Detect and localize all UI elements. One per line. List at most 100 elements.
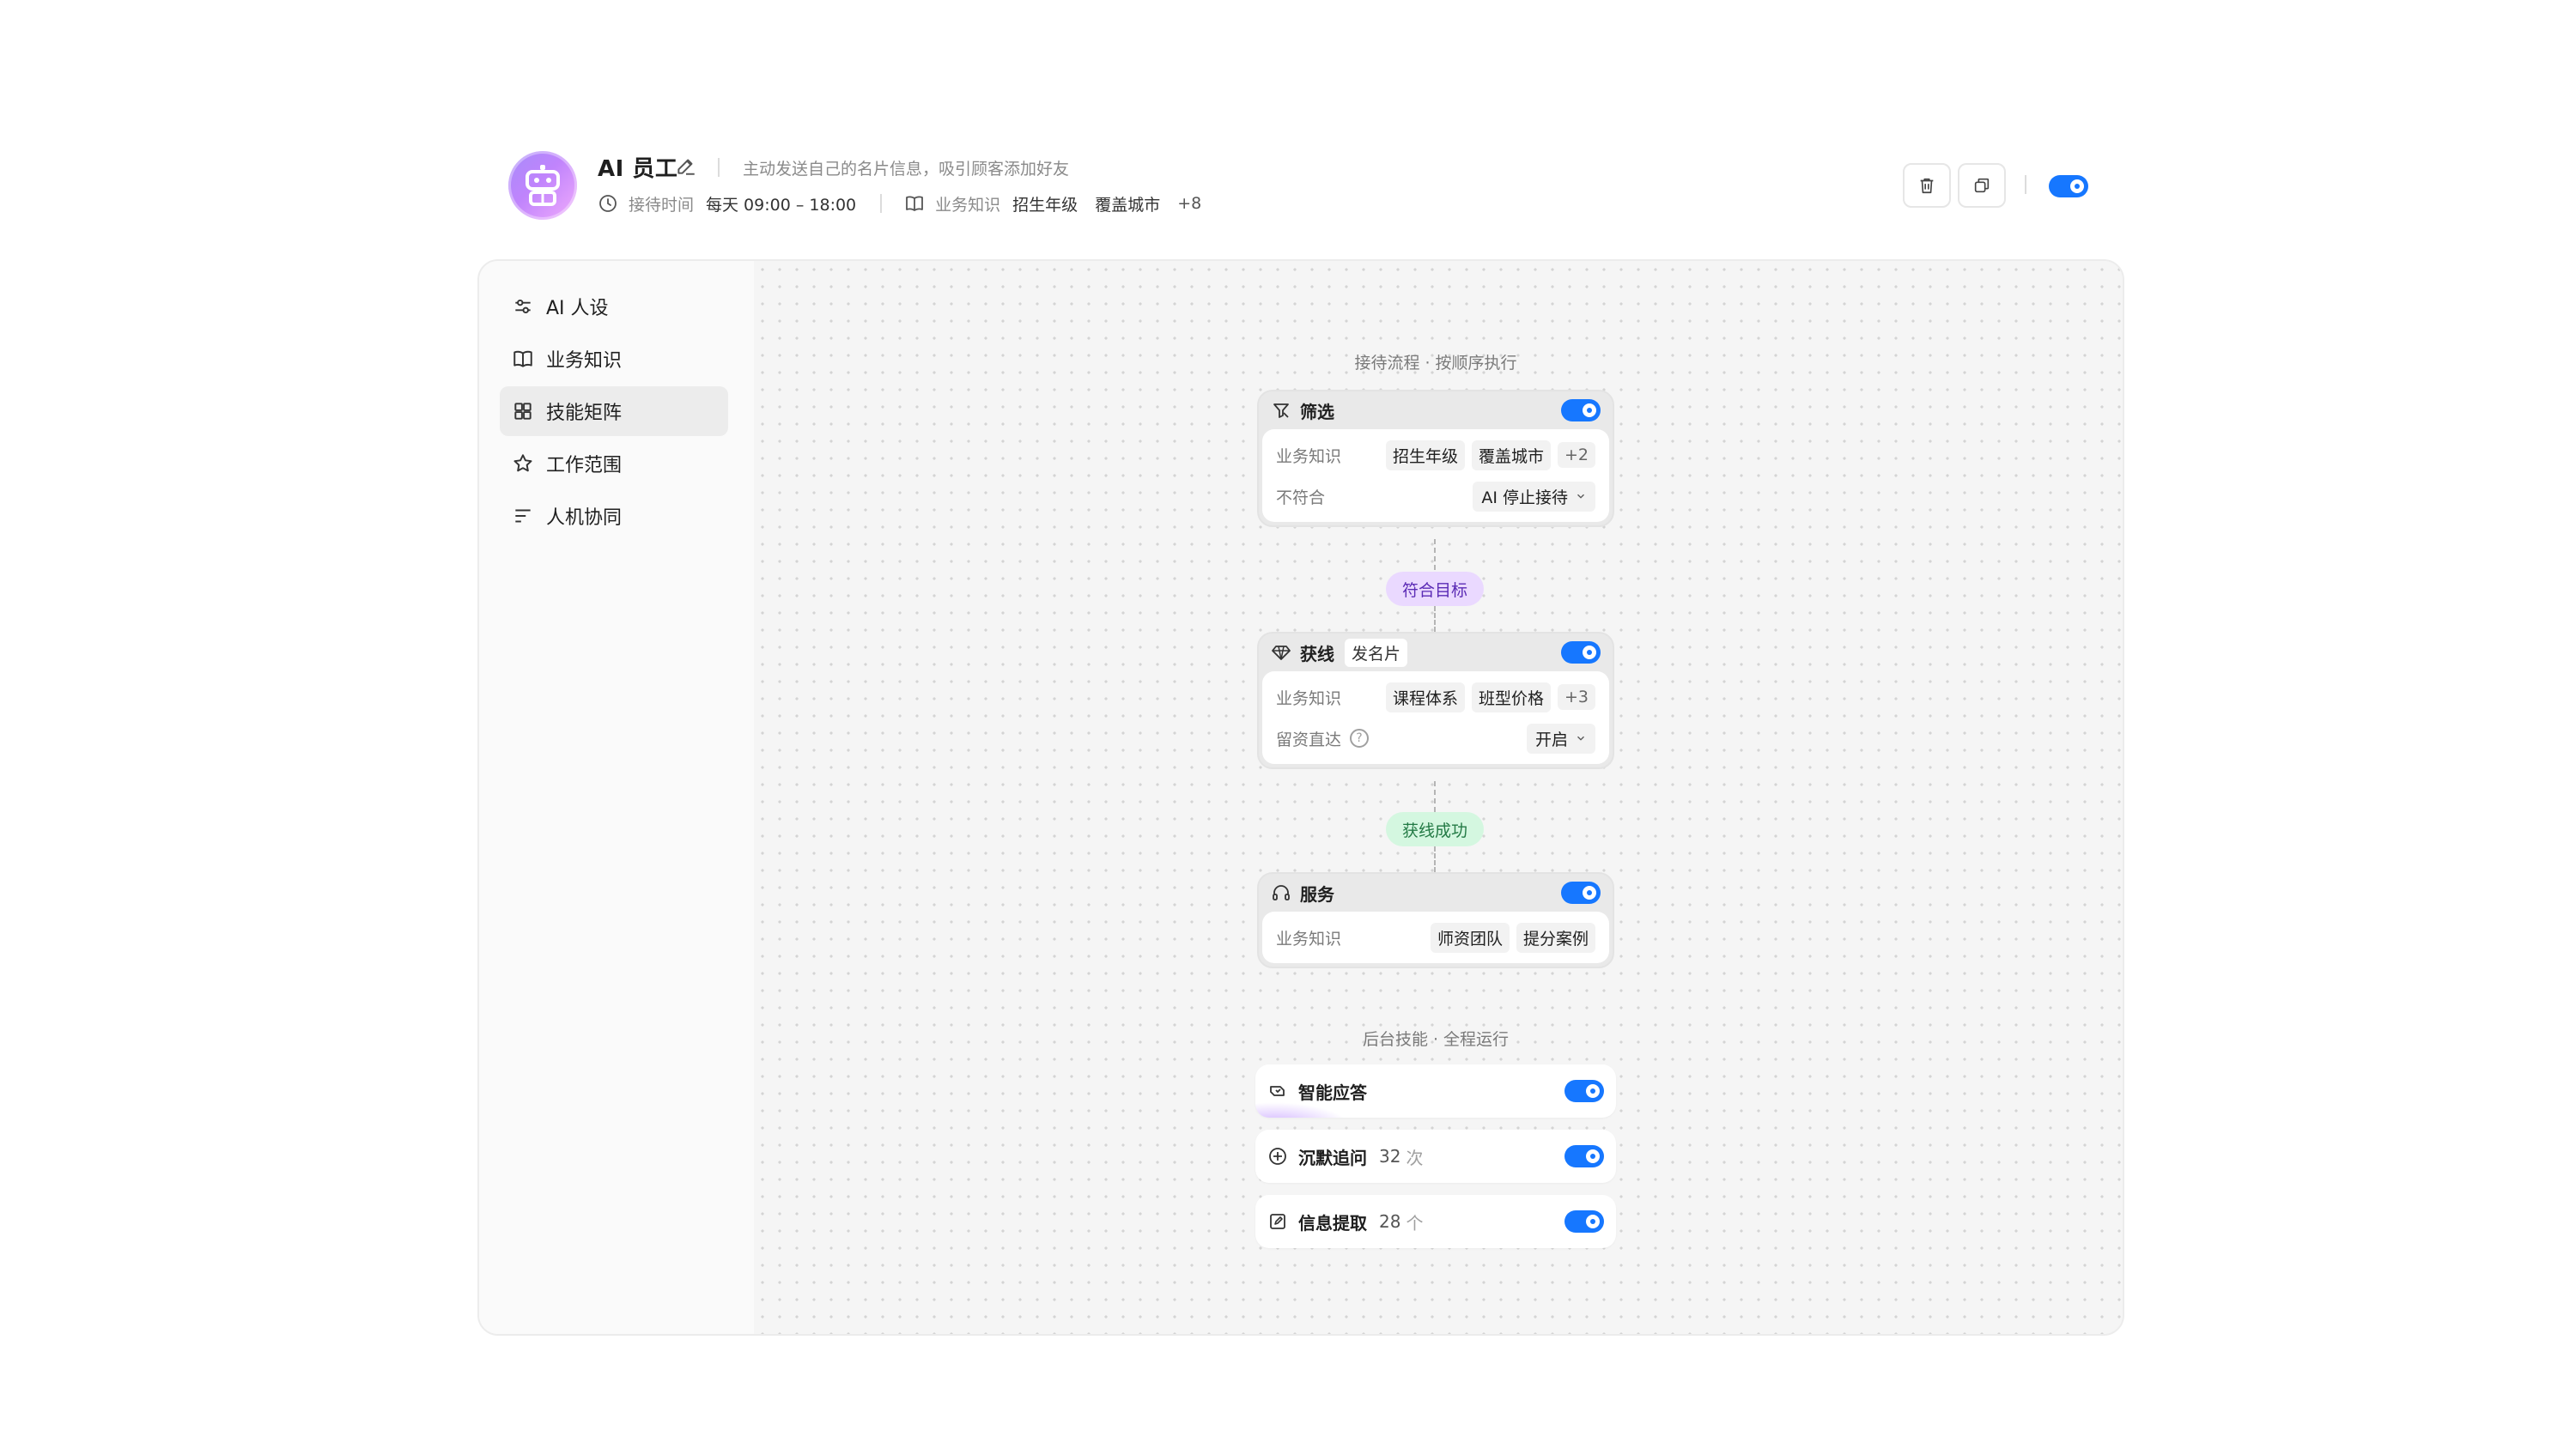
knowledge-tag[interactable]: 招生年级 — [1012, 192, 1078, 215]
service-card: 服务 业务知识 师资团队 提分案例 — [1257, 872, 1614, 968]
lead-chip[interactable]: 发名片 — [1345, 638, 1408, 667]
copy-button[interactable] — [1958, 163, 2006, 208]
divider — [2025, 175, 2026, 194]
tag-list[interactable]: 招生年级 覆盖城市 +2 — [1385, 440, 1595, 470]
skill-count: 28 — [1379, 1211, 1401, 1232]
knowledge-tag: 班型价格 — [1471, 682, 1551, 712]
sliders-icon — [515, 299, 531, 314]
delete-button[interactable] — [1903, 163, 1951, 208]
book-icon — [906, 196, 924, 211]
headset-icon — [1273, 885, 1290, 900]
sidebar-item-label: 技能矩阵 — [546, 403, 623, 424]
sidebar-item-label: 人机协同 — [546, 507, 623, 529]
edit-icon[interactable] — [675, 155, 697, 177]
knowledge-tag: 提分案例 — [1516, 922, 1595, 953]
skill-toggle[interactable] — [1564, 1210, 1604, 1233]
star-icon — [513, 454, 532, 472]
skill-name: 沉默追问 — [1298, 1147, 1367, 1168]
connector-line — [1434, 846, 1436, 872]
mismatch-select[interactable]: AI 停止接待 — [1473, 481, 1595, 512]
add-circle-icon — [1269, 1148, 1286, 1165]
knowledge-row: 业务知识 招生年级 覆盖城市 +2 — [1276, 434, 1595, 476]
select-value: AI 停止接待 — [1481, 488, 1568, 507]
robot-icon — [526, 165, 560, 206]
background-item[interactable]: 信息提取 28 个 — [1255, 1195, 1616, 1248]
service-toggle[interactable] — [1561, 882, 1601, 904]
chevron-down-icon — [1577, 494, 1584, 499]
card-title: 获线 — [1300, 643, 1334, 664]
lead-toggle[interactable] — [1561, 641, 1601, 664]
mismatch-row: 不符合 AI 停止接待 — [1276, 476, 1595, 517]
sidebar-item-persona[interactable]: AI 人设 — [500, 282, 728, 331]
knowledge-label: 业务知识 — [935, 195, 1001, 215]
card-body: 业务知识 师资团队 提分案例 — [1262, 912, 1609, 963]
knowledge-tag: 覆盖城市 — [1471, 440, 1551, 470]
sidebar-item-scope[interactable]: 工作范围 — [500, 439, 728, 488]
copy-icon — [1974, 178, 1990, 193]
agent-header: AI 员工 主动发送自己的名片信息，吸引顾客添加好友 接待时间 每天 09:00… — [508, 148, 2092, 225]
knowledge-more: +2 — [1557, 442, 1595, 468]
sidebar-item-skills[interactable]: 技能矩阵 — [500, 386, 728, 436]
select-value: 开启 — [1534, 730, 1568, 749]
diamond-icon — [1272, 646, 1291, 660]
agent-description: 主动发送自己的名片信息，吸引顾客添加好友 — [743, 160, 1070, 179]
divider — [718, 158, 720, 177]
agent-avatar — [508, 151, 577, 220]
skill-toggle[interactable] — [1564, 1080, 1604, 1102]
help-icon[interactable]: ? — [1350, 729, 1370, 748]
knowledge-more: +3 — [1557, 684, 1595, 710]
knowledge-row: 业务知识 课程体系 班型价格 +3 — [1276, 676, 1595, 718]
lines-icon — [515, 509, 531, 523]
reception-label: 接待时间 — [629, 195, 695, 215]
direct-select[interactable]: 开启 — [1526, 723, 1595, 754]
skill-name: 信息提取 — [1298, 1212, 1367, 1234]
edit-box-icon — [1270, 1214, 1285, 1229]
agent-enable-toggle[interactable] — [2049, 175, 2088, 197]
knowledge-tag: 师资团队 — [1430, 922, 1510, 953]
agent-name: AI 员工 — [598, 156, 678, 182]
row-label: 业务知识 — [1276, 929, 1342, 949]
filter-toggle[interactable] — [1561, 399, 1601, 421]
tag-list[interactable]: 课程体系 班型价格 +3 — [1385, 682, 1595, 712]
smart-reply-icon — [1270, 1086, 1285, 1096]
sidebar-item-label: 工作范围 — [546, 455, 623, 476]
sidebar-item-collaboration[interactable]: 人机协同 — [500, 491, 728, 541]
knowledge-tag: 课程体系 — [1385, 682, 1465, 712]
skill-count: 32 — [1379, 1146, 1401, 1167]
background-title: 后台技能 · 全程运行 — [1362, 1030, 1510, 1049]
background-item[interactable]: 智能应答 — [1255, 1064, 1616, 1118]
knowledge-more[interactable]: +8 — [1177, 194, 1201, 213]
tag-list[interactable]: 师资团队 提分案例 — [1430, 922, 1595, 953]
card-body: 业务知识 课程体系 班型价格 +3 留资直达 ? 开启 — [1262, 671, 1609, 764]
card-header: 服务 — [1259, 874, 1613, 912]
flow-title: 接待流程 · 按顺序执行 — [1354, 354, 1517, 373]
row-label: 留资直达 — [1276, 730, 1342, 749]
row-label: 业务知识 — [1276, 688, 1342, 708]
filter-card: 筛选 业务知识 招生年级 覆盖城市 +2 不符合 AI 停止接待 — [1257, 390, 1614, 527]
row-label: 不符合 — [1276, 488, 1326, 507]
row-label: 业务知识 — [1276, 446, 1342, 466]
skill-name: 智能应答 — [1298, 1082, 1367, 1103]
card-header: 获线 发名片 — [1259, 634, 1613, 671]
sidebar: AI 人设 业务知识 技能矩阵 工作范围 人机协同 — [479, 261, 754, 1334]
clock-icon — [599, 195, 617, 212]
glow-decoration — [1255, 1102, 1350, 1118]
lead-card: 获线 发名片 业务知识 课程体系 班型价格 +3 留资直达 ? 开启 — [1257, 632, 1614, 769]
connector-line — [1434, 606, 1436, 632]
background-item[interactable]: 沉默追问 32 次 — [1255, 1130, 1616, 1183]
skill-unit: 个 — [1406, 1212, 1424, 1234]
sidebar-item-knowledge[interactable]: 业务知识 — [500, 334, 728, 384]
card-title: 筛选 — [1300, 401, 1334, 422]
knowledge-row: 业务知识 师资团队 提分案例 — [1276, 917, 1595, 958]
book-icon — [513, 350, 532, 367]
chevron-down-icon — [1577, 736, 1584, 741]
connector-label: 符合目标 — [1386, 572, 1484, 606]
sidebar-item-label: AI 人设 — [546, 298, 609, 319]
connector-label: 获线成功 — [1386, 812, 1484, 846]
skill-toggle[interactable] — [1564, 1145, 1604, 1167]
card-header: 筛选 — [1259, 391, 1613, 429]
knowledge-tag: 招生年级 — [1385, 440, 1465, 470]
knowledge-tag[interactable]: 覆盖城市 — [1095, 192, 1160, 215]
divider — [880, 194, 883, 213]
grid-icon — [514, 403, 532, 420]
